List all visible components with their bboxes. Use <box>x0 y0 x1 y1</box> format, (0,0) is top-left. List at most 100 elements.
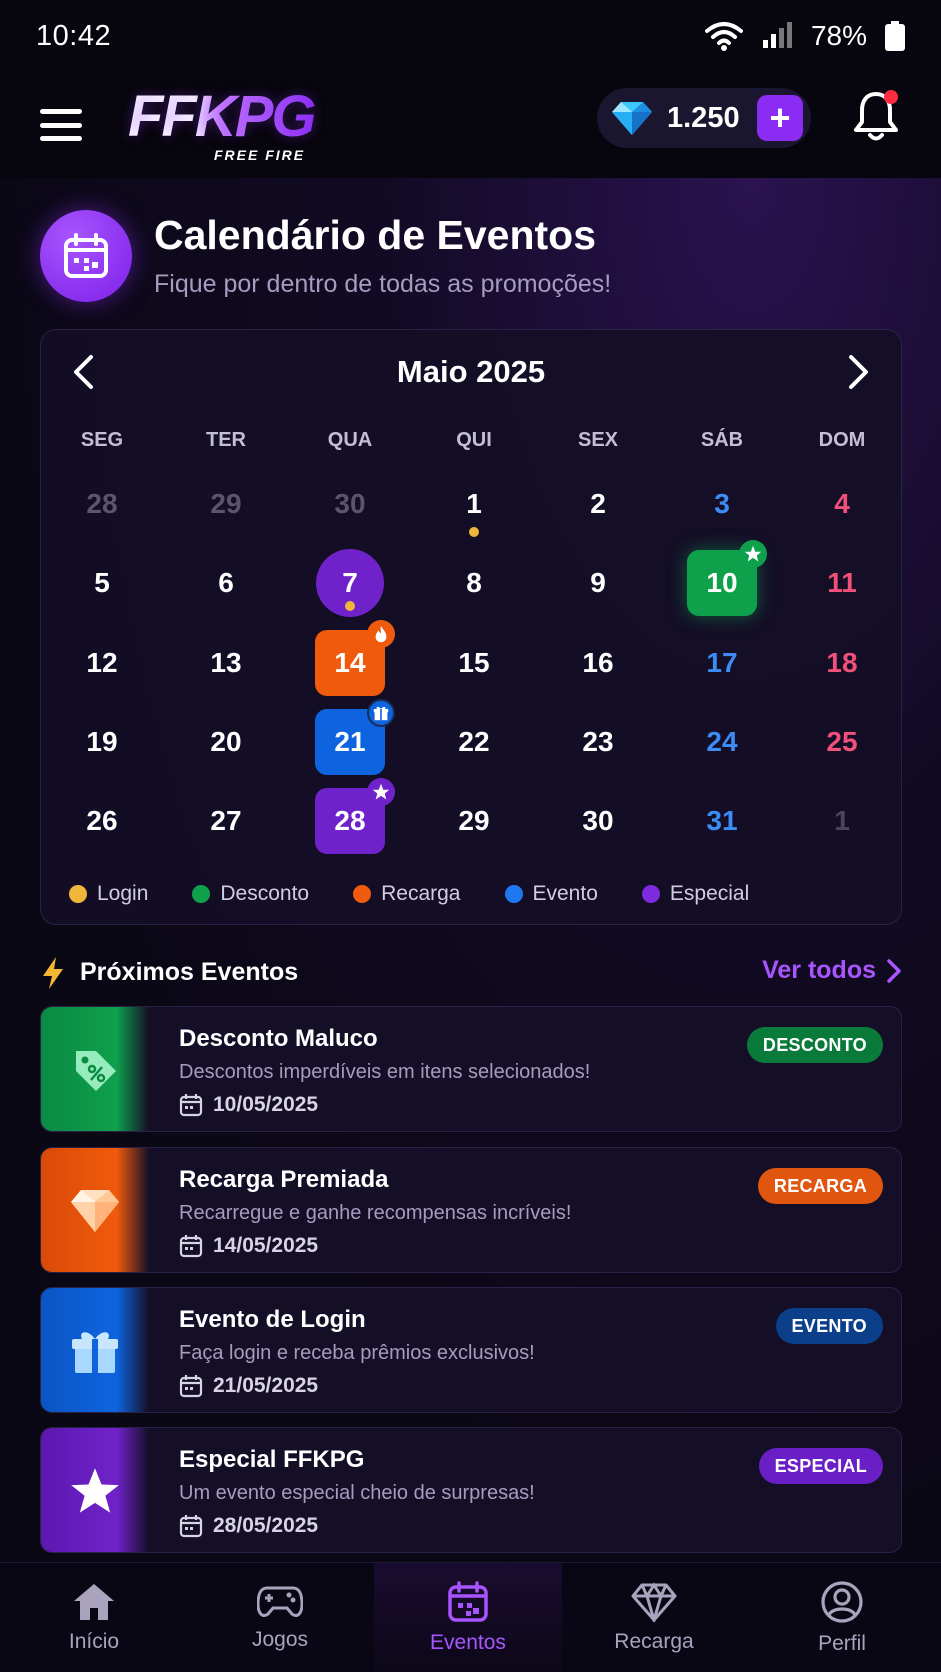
calendar-day[interactable]: 12 <box>67 630 137 696</box>
calendar-day-number: 7 <box>342 567 358 598</box>
app-logo[interactable]: FFKPG FREE FIRE <box>128 85 408 165</box>
calendar-day[interactable]: 9 <box>563 550 633 616</box>
gift-icon <box>41 1288 149 1412</box>
profile-icon <box>821 1581 863 1623</box>
calendar-day[interactable]: 31 <box>687 788 757 854</box>
calendar-day[interactable]: 24 <box>687 709 757 775</box>
nav-item-home[interactable]: Início <box>0 1563 188 1672</box>
nav-item-games[interactable]: Jogos <box>186 1563 374 1672</box>
gift-icon <box>367 699 395 727</box>
home-icon <box>74 1584 114 1620</box>
event-title: Evento de Login <box>179 1306 366 1333</box>
legend-item-login: Login <box>69 882 148 906</box>
calendar-day[interactable]: 26 <box>67 788 137 854</box>
upcoming-events-header: Próximos Eventos Ver todos <box>40 954 902 994</box>
bottom-navigation: Início Jogos Eventos Recarga Perfil <box>0 1562 941 1672</box>
calendar-day[interactable]: 11 <box>807 550 877 616</box>
nav-item-recharge[interactable]: Recarga <box>560 1563 748 1672</box>
event-tag-special: ESPECIAL <box>758 1448 883 1484</box>
see-all-link[interactable]: Ver todos <box>762 956 902 985</box>
section-title: Próximos Eventos <box>80 958 299 986</box>
login-event-dot <box>345 601 355 611</box>
legend-item-event: Evento <box>504 882 598 906</box>
calendar-day[interactable]: 30 <box>315 471 385 537</box>
legend-label: Desconto <box>220 882 310 905</box>
nav-item-profile[interactable]: Perfil <box>748 1563 936 1672</box>
legend-label: Especial <box>669 882 750 905</box>
gem-balance: 1.250 + <box>597 88 811 148</box>
calendar-day[interactable]: 16 <box>563 630 633 696</box>
legend-item-recharge: Recarga <box>353 882 461 906</box>
fire-icon <box>367 620 395 648</box>
calendar-day[interactable]: 4 <box>807 471 877 537</box>
event-date-text: 21/05/2025 <box>213 1374 319 1397</box>
calendar-day[interactable]: 1 <box>439 471 509 537</box>
legend-label: Login <box>97 882 149 905</box>
calendar-day[interactable]: 18 <box>807 630 877 696</box>
diamond-icon <box>41 1148 149 1272</box>
status-icons: 78% <box>704 20 905 52</box>
menu-button[interactable] <box>38 105 84 145</box>
calendar-day[interactable]: 20 <box>191 709 261 775</box>
calendar-day[interactable]: 25 <box>807 709 877 775</box>
calendar-day[interactable]: 1 <box>807 788 877 854</box>
app-header: FFKPG FREE FIRE 1.250 + <box>0 72 941 178</box>
legend-dot <box>192 885 211 903</box>
calendar-day[interactable]: 23 <box>563 709 633 775</box>
calendar-day[interactable]: 6 <box>191 550 261 616</box>
event-date: 10/05/2025 <box>179 1093 318 1117</box>
calendar-day[interactable]: 28 <box>67 471 137 537</box>
chevron-right-icon <box>887 958 901 983</box>
calendar-day-number: 1 <box>466 488 482 519</box>
event-description: Recarregue e ganhe recompensas incríveis… <box>179 1202 572 1224</box>
lightning-icon <box>43 957 63 989</box>
event-date-text: 28/05/2025 <box>213 1514 319 1537</box>
calendar-day[interactable]: 13 <box>191 630 261 696</box>
calendar-day[interactable]: 29 <box>191 471 261 537</box>
menu-icon <box>40 109 82 114</box>
calendar-day-today[interactable]: 7 <box>316 549 384 617</box>
calendar-day[interactable]: 27 <box>191 788 261 854</box>
calendar-day[interactable]: 17 <box>687 630 757 696</box>
gamepad-icon <box>257 1586 303 1618</box>
page-title: Calendário de Eventos <box>154 212 597 258</box>
discount-tag-icon <box>41 1007 149 1131</box>
calendar-day-event[interactable]: 21 <box>315 699 395 775</box>
calendar-day[interactable]: 2 <box>563 471 633 537</box>
event-card-discount[interactable]: Desconto Maluco Descontos imperdíveis em… <box>40 1006 902 1132</box>
legend-item-discount: Desconto <box>192 882 309 906</box>
nav-item-events[interactable]: Eventos <box>374 1563 562 1672</box>
logo-sub-text: FREE FIRE <box>214 147 306 163</box>
calendar-day[interactable]: 3 <box>687 471 757 537</box>
event-card-special[interactable]: Especial FFKPG Um evento especial cheio … <box>40 1427 902 1553</box>
calendar-day-number: 28 <box>334 805 366 836</box>
event-card-login[interactable]: Evento de Login Faça login e receba prêm… <box>40 1287 902 1413</box>
legend-item-special: Especial <box>641 882 750 906</box>
nav-label: Eventos <box>430 1631 506 1654</box>
calendar-small-icon <box>179 1094 203 1117</box>
calendar-legend: Login Desconto Recarga Evento Especial <box>69 879 889 909</box>
calendar-day-number: 10 <box>706 567 738 598</box>
calendar-day-special[interactable]: 28 <box>315 778 395 854</box>
calendar-day[interactable]: 29 <box>439 788 509 854</box>
calendar-day[interactable]: 19 <box>67 709 137 775</box>
nav-label: Perfil <box>818 1632 866 1655</box>
calendar-day[interactable]: 15 <box>439 630 509 696</box>
calendar-day[interactable]: 30 <box>563 788 633 854</box>
event-description: Descontos imperdíveis em itens seleciona… <box>179 1061 591 1083</box>
calendar-icon <box>40 210 132 302</box>
add-gems-button[interactable]: + <box>757 95 803 141</box>
event-card-recharge[interactable]: Recarga Premiada Recarregue e ganhe reco… <box>40 1147 902 1273</box>
notifications-button[interactable] <box>852 88 900 144</box>
event-date: 28/05/2025 <box>179 1514 318 1538</box>
calendar-icon <box>448 1581 488 1622</box>
nav-label: Início <box>68 1630 120 1653</box>
calendar-day[interactable]: 22 <box>439 709 509 775</box>
calendar-day-recharge[interactable]: 14 <box>315 620 395 696</box>
event-title: Desconto Maluco <box>179 1025 378 1052</box>
calendar-day-discount[interactable]: 10 <box>687 540 767 616</box>
event-tag-discount: DESCONTO <box>746 1027 883 1063</box>
page-subtitle: Fique por dentro de todas as promoções! <box>154 270 612 298</box>
calendar-day[interactable]: 8 <box>439 550 509 616</box>
calendar-day[interactable]: 5 <box>67 550 137 616</box>
